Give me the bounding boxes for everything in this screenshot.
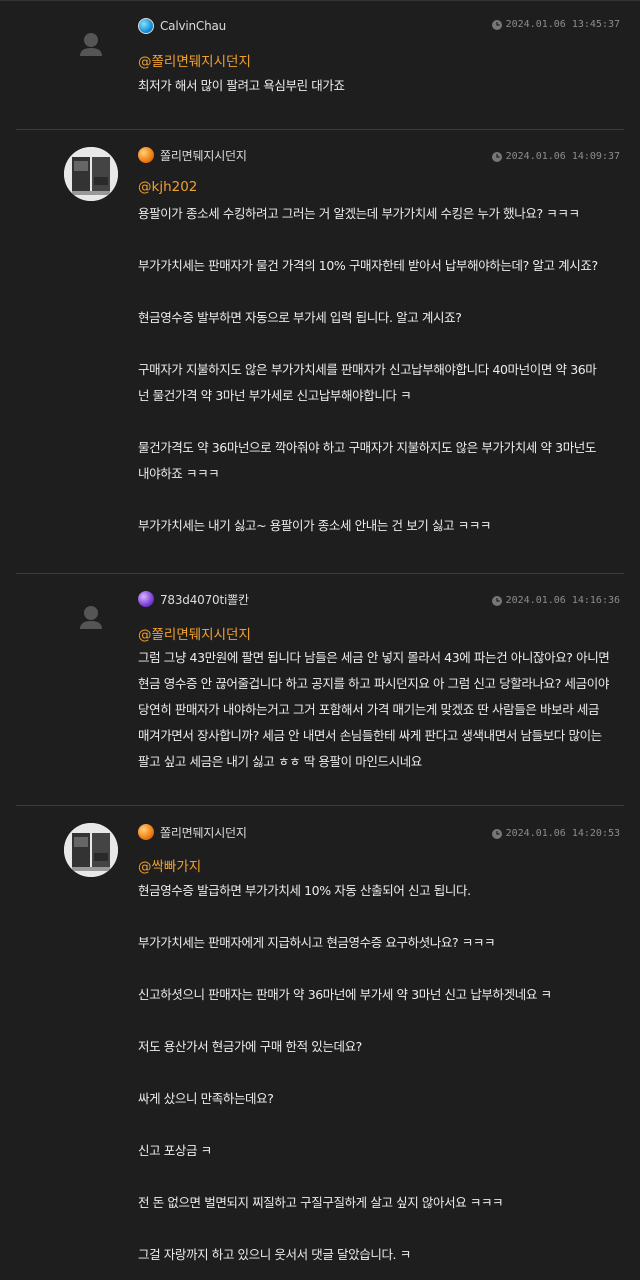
- comment-body: 용팔이가 종소세 수킹하려고 그러는 거 알겠는데 부가가치세 수킹은 누가 했…: [138, 201, 618, 539]
- comment-line: 전 돈 없으면 벌면되지 찌질하고 구질구질하게 살고 싶지 않아서요 ㅋㅋㅋ: [138, 1195, 504, 1210]
- comment-item: 783d4070ti뽈칸 2024.01.06 14:16:36 @쫄리면뒈지시…: [16, 573, 624, 806]
- author-row[interactable]: 쫄리면뒈지시던지: [138, 822, 247, 842]
- user-silhouette-icon: [80, 33, 102, 56]
- comment-line: 그걸 자랑까지 하고 있으니 웃서서 댓글 달았습니다. ㅋ: [138, 1247, 411, 1262]
- comment-line: 내야하죠 ㅋㅋㅋ: [138, 466, 220, 481]
- comment-line: 최저가 해서 많이 팔려고 욕심부린 대가죠: [138, 78, 345, 93]
- clock-icon: [491, 19, 502, 30]
- comment-line: 용팔이가 종소세 수킹하려고 그러는 거 알겠는데 부가가치세 수킹은 누가 했…: [138, 206, 580, 221]
- comment-date: 2024.01.06 14:16:36: [491, 595, 620, 606]
- default-avatar[interactable]: [64, 595, 118, 649]
- author-name[interactable]: CalvinChau: [160, 19, 226, 33]
- profile-avatar[interactable]: [64, 823, 118, 877]
- mention-link[interactable]: @쫄리면뒈지시던지: [138, 623, 251, 643]
- user-silhouette-icon: [80, 606, 102, 629]
- comment-line: 싸게 샀으니 만족하는데요?: [138, 1091, 274, 1106]
- pc-case-photo-icon: [64, 823, 118, 877]
- clock-icon: [491, 595, 502, 606]
- comment-line: 신고 포상금 ㅋ: [138, 1143, 212, 1158]
- comment-line: 물건가격도 약 36마넌으로 깍아줘야 하고 구매자가 지불하지도 않은 부가가…: [138, 440, 596, 455]
- comment-line: 부가가치세는 판매자가 물건 가격의 10% 구매자한테 받아서 납부해야하는데…: [138, 258, 598, 273]
- comment-line: 저도 용산가서 현금가에 구매 한적 있는데요?: [138, 1039, 362, 1054]
- comment-line: 부가가치세는 판매자에게 지급하시고 현금영수증 요구하셧나요? ㅋㅋㅋ: [138, 935, 496, 950]
- comment-item: CalvinChau 2024.01.06 13:45:37 @쫄리면뒈지시던지…: [16, 0, 624, 130]
- author-name[interactable]: 783d4070ti뽈칸: [160, 591, 249, 608]
- comment-line: 현금영수증 발부하면 자동으로 부가세 입력 됩니다. 알고 계시죠?: [138, 310, 462, 325]
- comment-date: 2024.01.06 14:09:37: [491, 151, 620, 162]
- date-text: 2024.01.06 14:16:36: [505, 595, 620, 606]
- pc-case-photo-icon: [64, 147, 118, 201]
- clock-icon: [491, 828, 502, 839]
- author-name[interactable]: 쫄리면뒈지시던지: [160, 147, 247, 164]
- comment-item: 쫄리면뒈지시던지 2024.01.06 14:20:53 @싹빠가지 현금영수증…: [16, 805, 624, 1280]
- comment-line: 현금영수증 발급하면 부가가치세 10% 자동 산출되어 신고 됩니다.: [138, 883, 471, 898]
- author-row[interactable]: CalvinChau: [138, 16, 226, 36]
- comment-line: 현금 영수증 안 끊어줄겁니다 하고 공지를 하고 파시던지요 아 그럼 신고 …: [138, 676, 609, 691]
- author-row[interactable]: 쫄리면뒈지시던지: [138, 145, 247, 165]
- comment-date: 2024.01.06 14:20:53: [491, 828, 620, 839]
- comment-line: 당연히 판매자가 내야하는거고 그거 포함해서 가격 매기는게 맞겠죠 딴 사람…: [138, 702, 600, 717]
- comment-body: 그럼 그냥 43만원에 팔면 됩니다 남들은 세금 안 넣지 몰라서 43에 파…: [138, 645, 618, 775]
- mention-link[interactable]: @싹빠가지: [138, 855, 201, 875]
- date-text: 2024.01.06 13:45:37: [505, 19, 620, 30]
- globe-badge-icon: [138, 18, 154, 34]
- clock-icon: [491, 151, 502, 162]
- date-text: 2024.01.06 14:09:37: [505, 151, 620, 162]
- comment-line: 넌 물건가격 약 3마넌 부가세로 신고납부해야합니다 ㅋ: [138, 388, 412, 403]
- comment-line: 부가가치세는 내기 싫고~ 용팔이가 종소세 안내는 건 보기 싫고 ㅋㅋㅋ: [138, 518, 492, 533]
- comment-line: 팔고 싶고 세금은 내기 싫고 ㅎㅎ 딱 용팔이 마인드시네요: [138, 754, 422, 769]
- comment-item: 쫄리면뒈지시던지 2024.01.06 14:09:37 @kjh202 용팔이…: [16, 129, 624, 574]
- orange-ball-icon: [138, 824, 154, 840]
- comment-line: 그럼 그냥 43만원에 팔면 됩니다 남들은 세금 안 넣지 몰라서 43에 파…: [138, 650, 610, 665]
- comment-body: 최저가 해서 많이 팔려고 욕심부린 대가죠: [138, 73, 618, 99]
- profile-avatar[interactable]: [64, 147, 118, 201]
- comment-date: 2024.01.06 13:45:37: [491, 19, 620, 30]
- default-avatar[interactable]: [64, 22, 118, 76]
- comment-line: 매겨가면서 장사합니까? 세금 안 내면서 손님들한테 싸게 판다고 생색내면서…: [138, 728, 602, 743]
- purple-ball-icon: [138, 591, 154, 607]
- mention-link[interactable]: @쫄리면뒈지시던지: [138, 50, 251, 70]
- author-name[interactable]: 쫄리면뒈지시던지: [160, 824, 247, 841]
- comment-body: 현금영수증 발급하면 부가가치세 10% 자동 산출되어 신고 됩니다. 부가가…: [138, 878, 618, 1268]
- mention-link[interactable]: @kjh202: [138, 179, 197, 195]
- comment-line: 구매자가 지불하지도 않은 부가가치세를 판매자가 신고납부해야합니다 40마넌…: [138, 362, 597, 377]
- date-text: 2024.01.06 14:20:53: [505, 828, 620, 839]
- orange-ball-icon: [138, 147, 154, 163]
- author-row[interactable]: 783d4070ti뽈칸: [138, 589, 249, 609]
- comment-line: 신고하셧으니 판매자는 판매가 약 36마넌에 부가세 약 3마넌 신고 납부하…: [138, 987, 552, 1002]
